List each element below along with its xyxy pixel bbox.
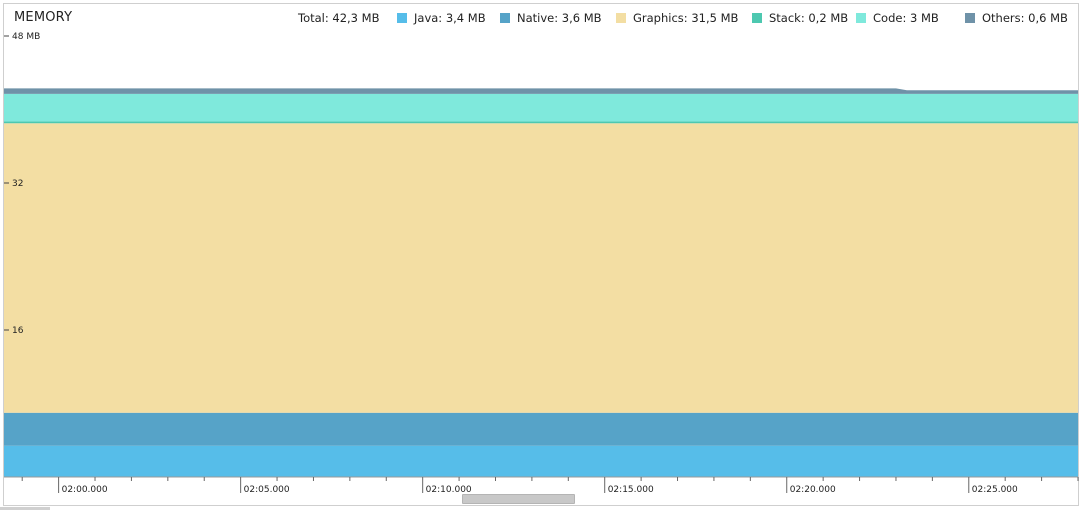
x-tick-label: 02:00.000 [62,485,108,495]
area-series-code [4,93,1078,122]
x-tick-label: 02:05.000 [244,485,290,495]
x-tick-label: 02:20.000 [790,485,836,495]
area-series-others [4,88,1078,94]
memory-stacked-area-chart: 48 MB3216 02:00.000 02:05.000 02:10.000 02:… [4,32,1079,495]
timeline-scrollbar-thumb[interactable] [462,494,575,504]
y-tick-label: 16 [12,326,24,336]
y-tick-label: 48 MB [12,32,40,42]
area-series-stack [4,121,1078,124]
x-tick-label: 02:25.000 [972,485,1018,495]
y-tick-label: 32 [12,179,23,189]
area-series-java [4,445,1078,477]
x-axis: 02:00.000 02:05.000 02:10.000 02:15.000 02:2… [4,476,1079,495]
chart-areas [4,88,1078,477]
area-series-graphics [4,123,1078,413]
x-tick-label: 02:15.000 [608,485,654,495]
area-series-native [4,412,1078,446]
